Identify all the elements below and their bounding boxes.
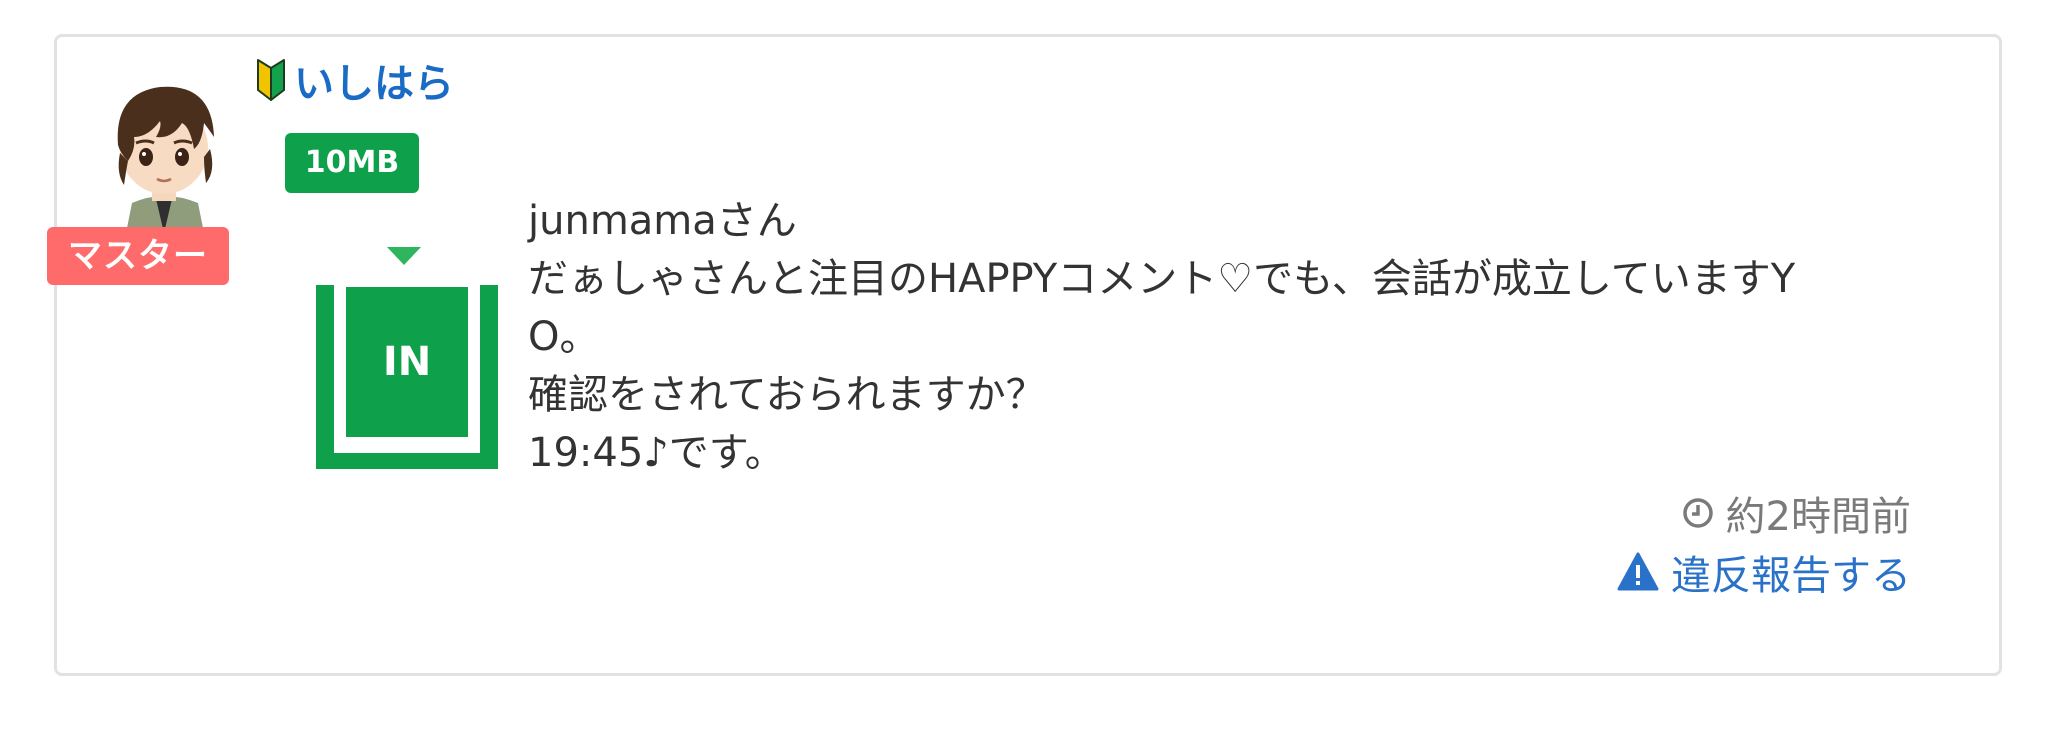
username-row: いしはら (256, 50, 454, 110)
message-body: junmamaさん だぁしゃさんと注目のHAPPYコメント♡でも、会話が成立して… (528, 192, 1918, 482)
clock-icon (1682, 498, 1713, 528)
message-line: だぁしゃさんと注目のHAPPYコメント♡でも、会話が成立していますY (528, 256, 1796, 302)
warning-icon (1617, 552, 1659, 591)
in-indicator: IN (346, 287, 468, 437)
user-avatar[interactable] (64, 53, 264, 233)
message-line: 確認をされておられますか？ (528, 372, 1046, 418)
message-line: junmamaさん (528, 198, 797, 244)
beginner-mark-icon (257, 59, 285, 101)
message-line: 19:45♪です。 (528, 430, 785, 476)
badge-arrow-icon (387, 247, 421, 265)
timestamp: 約2時間前 (1682, 484, 1911, 542)
timestamp-text: 約2時間前 (1725, 494, 1911, 540)
username-link[interactable]: いしはら (294, 51, 454, 109)
report-link[interactable]: 違反報告する (1617, 543, 1911, 601)
role-badge: マスター (47, 227, 229, 285)
message-line: O。 (528, 314, 600, 360)
data-size-badge: 10MB (285, 133, 419, 193)
report-link-label[interactable]: 違反報告する (1671, 543, 1911, 601)
